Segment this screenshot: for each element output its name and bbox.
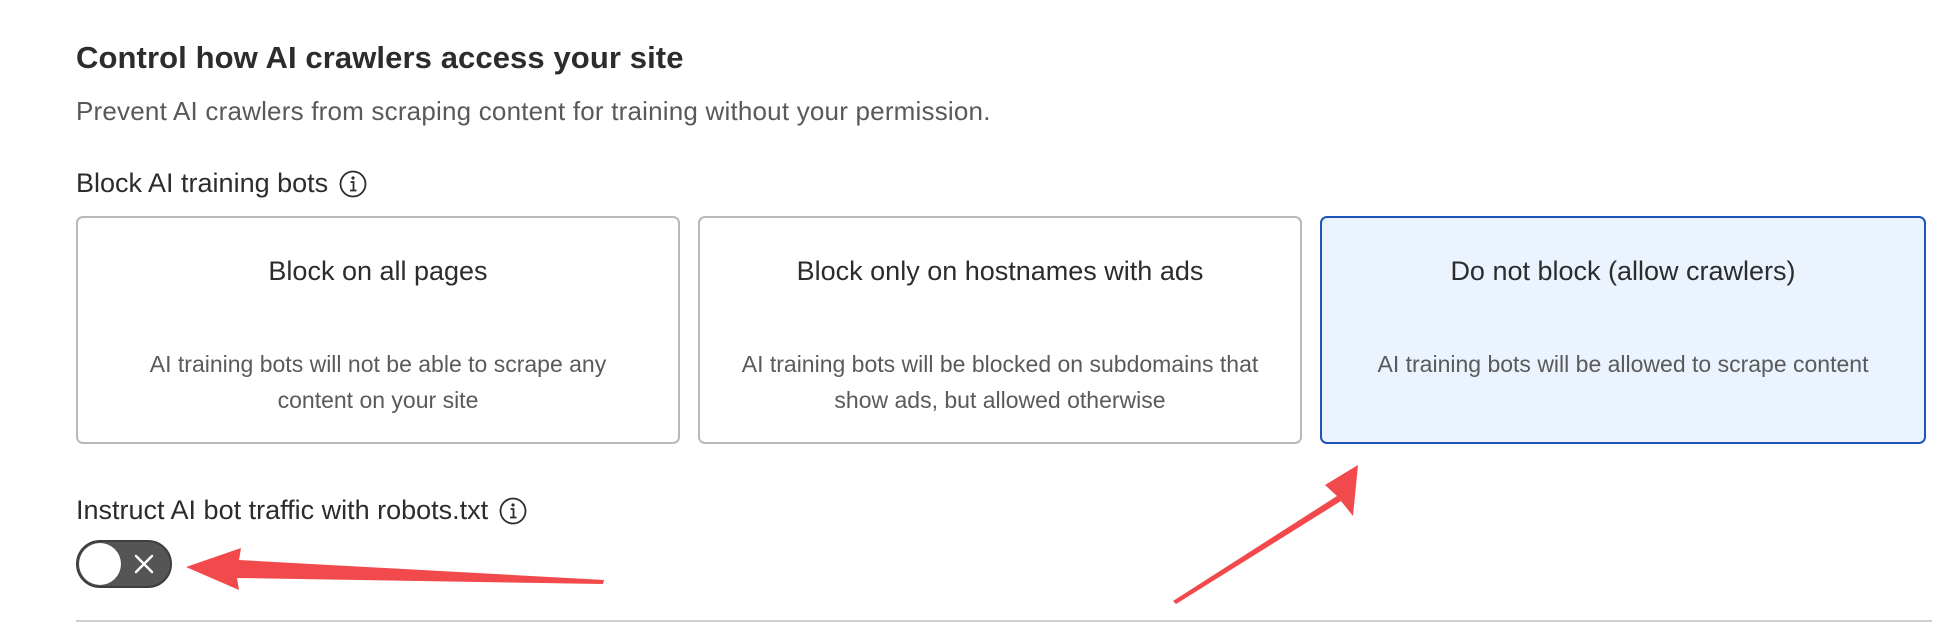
option-do-not-block[interactable]: Do not block (allow crawlers) AI trainin… — [1320, 216, 1926, 444]
toggle-knob — [79, 543, 121, 585]
robots-txt-label: Instruct AI bot traffic with robots.txt — [76, 495, 528, 526]
option-description: AI training bots will be allowed to scra… — [1377, 351, 1869, 377]
option-block-hostnames-with-ads[interactable]: Block only on hostnames with ads AI trai… — [698, 216, 1302, 444]
option-description: AI training bots will not be able to scr… — [149, 351, 607, 413]
option-title: Block only on hostnames with ads — [796, 256, 1204, 286]
option-title: Block on all pages — [268, 256, 488, 286]
option-description: AI training bots will be blocked on subd… — [741, 351, 1259, 413]
section-divider — [76, 620, 1932, 622]
block-bots-label-text: Block AI training bots — [76, 168, 329, 198]
option-block-all-pages[interactable]: Block on all pages AI training bots will… — [76, 216, 680, 444]
info-circle-icon[interactable] — [498, 496, 528, 526]
close-icon — [132, 552, 156, 576]
info-circle-icon[interactable] — [338, 169, 368, 199]
block-bots-label: Block AI training bots — [76, 168, 368, 199]
block-bots-options: Block on all pages AI training bots will… — [76, 216, 1932, 448]
annotation-arrow-option — [1173, 465, 1358, 604]
robots-txt-label-text: Instruct AI bot traffic with robots.txt — [76, 495, 489, 525]
robots-txt-toggle[interactable] — [76, 540, 172, 588]
option-title: Do not block (allow crawlers) — [1450, 256, 1796, 286]
page-subtitle: Prevent AI crawlers from scraping conten… — [76, 96, 991, 126]
page-title: Control how AI crawlers access your site — [76, 40, 684, 75]
annotation-arrow-toggle — [186, 548, 604, 590]
